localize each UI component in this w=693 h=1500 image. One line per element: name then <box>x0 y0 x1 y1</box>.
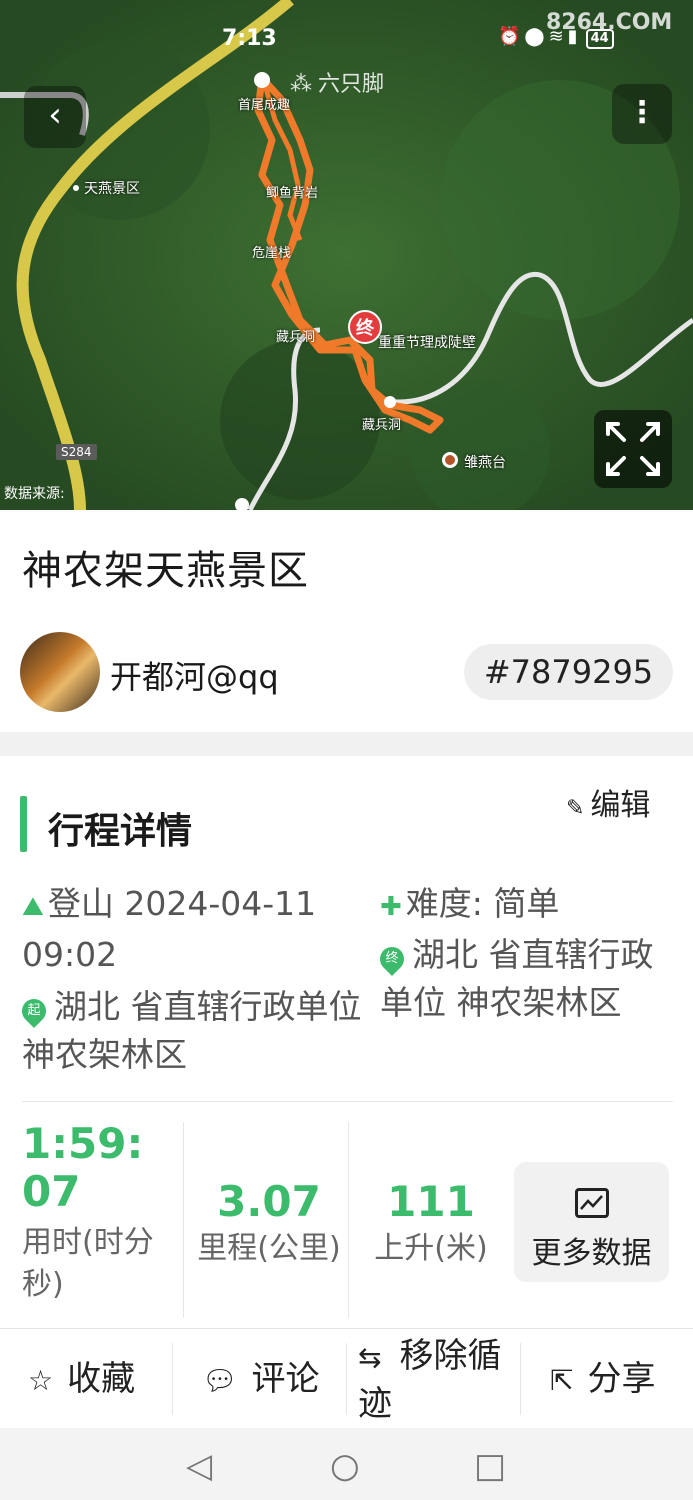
action-separator <box>346 1343 347 1415</box>
user-row[interactable]: 开都河@qq #7879295 <box>20 632 673 712</box>
watermark: 8264.COM <box>546 10 673 35</box>
comment-button[interactable]: 💬︎ 评论 <box>202 1329 320 1429</box>
distance-value: 3.07 <box>217 1177 321 1226</box>
share-icon: ⇱ <box>550 1364 574 1397</box>
end-pin-icon: 终 <box>375 942 409 976</box>
brand-name: 六只脚 <box>318 72 385 97</box>
location-icon: ⬤ <box>524 26 549 47</box>
share-label: 分享 <box>587 1359 656 1399</box>
map-label-point-5: 藏兵洞 <box>276 330 316 345</box>
duration-value: 1:59:07 <box>22 1119 144 1216</box>
edit-label: 编辑 <box>590 788 651 823</box>
puzzle-icon: ✚ <box>380 892 402 922</box>
map-label-point-4: 雏燕台 <box>464 455 506 471</box>
favorite-label: 收藏 <box>67 1359 136 1399</box>
map-label-point-1: 鲫鱼背岩 <box>266 186 319 201</box>
share-button[interactable]: ⇱ 分享 <box>550 1329 655 1429</box>
start-location-text: 湖北 省直辖行政单位 神农架林区 <box>22 987 362 1074</box>
system-nav-bar: ◁ ○ □ <box>0 1428 693 1500</box>
stat-duration: 1:59:07 用时(时分秒) <box>22 1120 172 1320</box>
action-separator <box>172 1343 173 1415</box>
map-label-point-3: 重重节理成陡壁 <box>378 335 476 351</box>
remove-loop-button[interactable]: ⇆ 移除循迹 <box>358 1329 518 1429</box>
line-chart-icon <box>574 1188 609 1218</box>
expand-icon <box>606 422 660 476</box>
map-label-point-2: 危崖栈 <box>252 246 292 261</box>
start-location-row: 起湖北 省直辖行政单位 神农架林区 <box>17 983 362 1079</box>
end-location-row: 终湖北 省直辖行政单位 神农架林区 <box>375 931 670 1027</box>
activity-row: ⛰ 登山 2024-04-11 09:02 <box>22 880 362 979</box>
section-divider <box>0 732 693 756</box>
duration-label: 用时(时分秒) <box>22 1225 154 1302</box>
swap-icon: ⇆ <box>358 1341 382 1374</box>
stat-separator <box>183 1122 184 1318</box>
stat-ascent: 111 上升(米) <box>356 1120 506 1320</box>
vertical-dots-icon: ⋮ <box>627 95 657 130</box>
star-icon: ☆ <box>28 1364 54 1397</box>
stat-separator <box>348 1122 349 1318</box>
map-label-scenic-area: 天燕景区 <box>84 181 140 197</box>
footprint-icon: ⁂ <box>290 72 312 97</box>
map-view[interactable]: 7:13 ⏰⬤≋▮ 44 8264.COM ⁂ 六只脚 ‹ ⋮ 天燕景区 首尾成趣 … <box>0 0 693 510</box>
more-data-label: 更多数据 <box>531 1236 652 1271</box>
alarm-icon: ⏰ <box>498 26 525 47</box>
favorite-button[interactable]: ☆ 收藏 <box>28 1329 135 1429</box>
section-accent-bar <box>20 796 27 852</box>
more-options-button[interactable]: ⋮ <box>612 84 672 144</box>
distance-label: 里程(公里) <box>197 1231 341 1266</box>
avatar[interactable] <box>20 632 100 712</box>
difficulty-text: 难度: 简单 <box>405 884 560 923</box>
activity-text: 登山 2024-04-11 09:02 <box>22 884 317 974</box>
nav-home-icon[interactable]: ○ <box>330 1446 360 1486</box>
comment-label: 评论 <box>251 1359 320 1399</box>
end-marker[interactable]: 终 <box>348 310 382 344</box>
brand-logo: ⁂ 六只脚 <box>290 66 384 98</box>
ascent-value: 111 <box>387 1177 475 1226</box>
stat-distance: 3.07 里程(公里) <box>194 1120 344 1320</box>
trip-info-left: ⛰ 登山 2024-04-11 09:02 起湖北 省直辖行政单位 神农架林区 <box>17 880 362 1079</box>
edit-button[interactable]: ✎ 编辑 <box>566 780 650 824</box>
action-bar: ☆ 收藏 💬︎ 评论 ⇆ 移除循迹 ⇱ 分享 <box>0 1328 693 1428</box>
road-tag: S284 <box>56 444 97 460</box>
more-data-button[interactable]: 更多数据 <box>514 1162 669 1282</box>
edit-icon: ✎ <box>566 796 585 821</box>
end-location-text: 湖北 省直辖行政单位 神农架林区 <box>380 935 654 1022</box>
username[interactable]: 开都河@qq <box>110 652 279 698</box>
ascent-label: 上升(米) <box>374 1231 488 1266</box>
chevron-left-icon: ‹ <box>48 95 62 135</box>
nav-back-icon[interactable]: ◁ <box>186 1446 212 1486</box>
track-id-badge: #7879295 <box>464 644 673 700</box>
map-label-point-5b: 藏兵洞 <box>362 418 402 433</box>
status-time: 7:13 <box>222 26 277 51</box>
map-label-point-6: 首尾成趣 <box>238 98 291 113</box>
trip-info-right: ✚ 难度: 简单 终湖北 省直辖行政单位 神农架林区 <box>375 880 670 1027</box>
page-title: 神农架天燕景区 <box>22 548 309 594</box>
fullscreen-button[interactable] <box>594 410 672 488</box>
section-title: 行程详情 <box>48 811 193 852</box>
action-separator <box>520 1343 521 1415</box>
start-pin-icon: 起 <box>17 994 51 1028</box>
divider <box>22 1101 673 1102</box>
mountain-icon: ⛰ <box>22 892 44 922</box>
nav-recents-icon[interactable]: □ <box>474 1446 506 1486</box>
back-button[interactable]: ‹ <box>24 86 86 148</box>
comment-icon: 💬︎ <box>202 1364 238 1397</box>
map-data-source: 数据来源: <box>4 486 65 502</box>
difficulty-row: ✚ 难度: 简单 <box>380 880 670 931</box>
